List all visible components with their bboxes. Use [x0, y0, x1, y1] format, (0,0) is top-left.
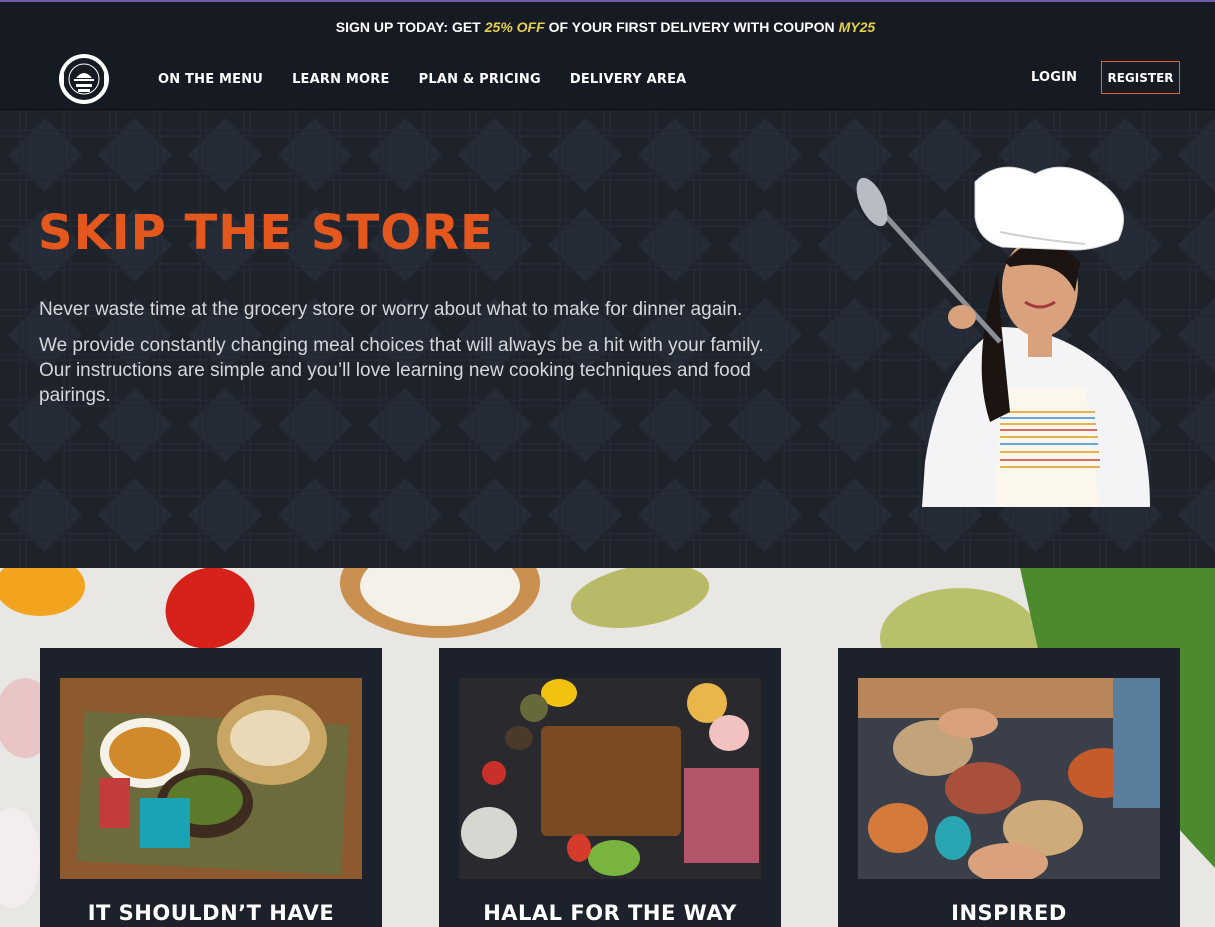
main-nav: ON THE MENU LEARN MORE PLAN & PRICING DE…: [0, 52, 1215, 110]
features-section: IT SHOULDN’T HAVE HALAL FOR THE WAY INSP…: [0, 568, 1215, 927]
feature-image-curry-platter: [60, 678, 362, 879]
promo-discount: 25% OFF: [484, 19, 545, 35]
feature-card-1-title: IT SHOULDN’T HAVE: [87, 901, 335, 925]
login-link[interactable]: LOGIN: [1031, 70, 1077, 85]
nav-link-plan-pricing[interactable]: PLAN & PRICING: [419, 72, 541, 87]
nav-link-on-the-menu[interactable]: ON THE MENU: [158, 72, 263, 87]
feature-image-shared-meal: [858, 678, 1160, 879]
feature-card-2[interactable]: HALAL FOR THE WAY: [439, 648, 781, 927]
nav-link-learn-more[interactable]: LEARN MORE: [292, 72, 390, 87]
hero-paragraph-2: We provide constantly changing meal choi…: [39, 335, 764, 406]
feature-image-cutting-board: [459, 678, 761, 879]
promo-middle: OF YOUR FIRST DELIVERY WITH COUPON: [548, 19, 835, 35]
site-logo[interactable]: [56, 52, 112, 106]
nav-link-delivery-area[interactable]: DELIVERY AREA: [570, 72, 687, 87]
feature-card-2-title: HALAL FOR THE WAY: [483, 901, 737, 925]
feature-card-3-title: INSPIRED: [951, 901, 1067, 925]
promo-prefix: SIGN UP TODAY: GET: [335, 19, 481, 35]
hero-title: SKIP THE STORE: [38, 205, 494, 261]
hero-paragraph-1: Never waste time at the grocery store or…: [39, 299, 743, 320]
promo-coupon-code: MY25: [838, 19, 876, 35]
promo-banner: SIGN UP TODAY: GET 25% OFF OF YOUR FIRST…: [0, 2, 1215, 52]
chef-woman-image: [856, 166, 1150, 507]
hero-section: SKIP THE STORE Never waste time at the g…: [0, 110, 1215, 568]
register-button[interactable]: REGISTER: [1101, 61, 1180, 94]
feature-card-1[interactable]: IT SHOULDN’T HAVE: [40, 648, 382, 927]
feature-card-3[interactable]: INSPIRED: [838, 648, 1180, 927]
